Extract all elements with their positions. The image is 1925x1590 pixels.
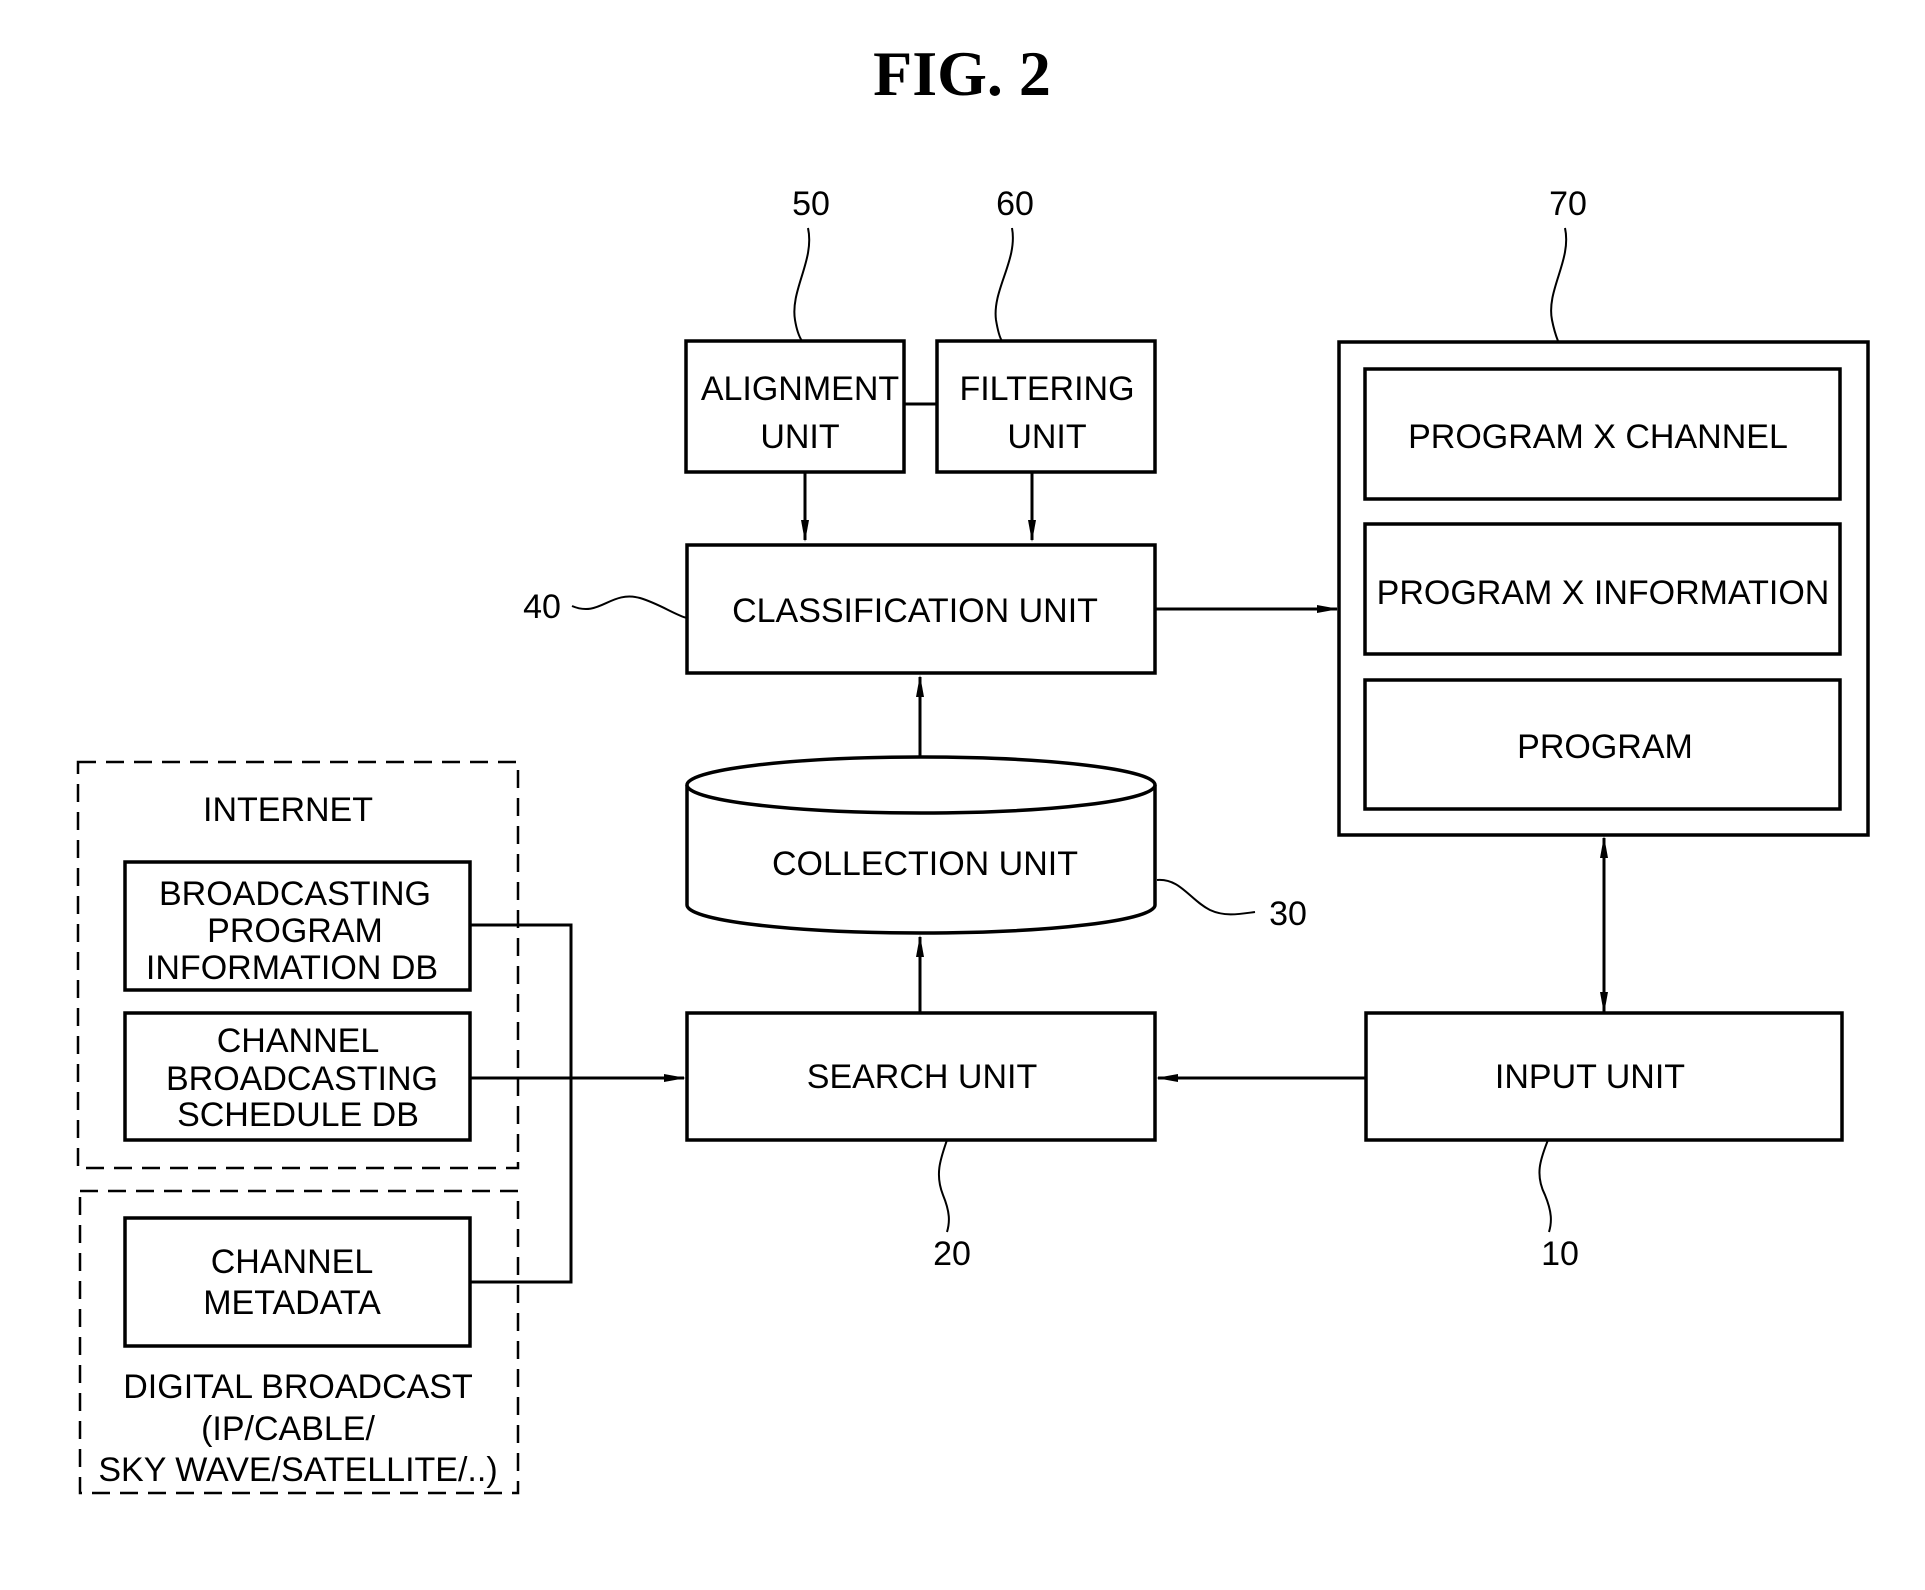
alignment-unit-label-1: ALIGNMENT: [701, 370, 899, 408]
figure-title: FIG. 2: [873, 38, 1051, 109]
leader-30: [1156, 878, 1256, 916]
display-item-label-2: PROGRAM X INFORMATION: [1377, 574, 1830, 612]
collection-unit-label: COLLECTION UNIT: [772, 845, 1078, 883]
digital-broadcast-label-2: (IP/CABLE/: [201, 1410, 375, 1448]
filtering-unit-label-2: UNIT: [1007, 418, 1086, 456]
ref-60: 60: [996, 185, 1034, 223]
cbs-db-label-3: SCHEDULE DB: [177, 1096, 419, 1134]
internet-label: INTERNET: [203, 791, 373, 829]
bpi-db-label-3: INFORMATION DB: [146, 949, 438, 987]
display-item-label-1: PROGRAM X CHANNEL: [1408, 418, 1788, 456]
search-unit-label: SEARCH UNIT: [807, 1058, 1037, 1096]
ref-10: 10: [1541, 1235, 1579, 1273]
source-bus-line: [470, 923, 573, 1284]
bpi-db-label-1: BROADCASTING: [159, 875, 431, 913]
leader-50: [793, 227, 811, 342]
leader-20: [937, 1139, 950, 1233]
channel-metadata-label-2: METADATA: [203, 1284, 381, 1322]
cbs-db-label-1: CHANNEL: [217, 1022, 379, 1060]
channel-metadata-box: [123, 1216, 472, 1348]
digital-broadcast-label-1: DIGITAL BROADCAST: [123, 1368, 473, 1406]
channel-metadata-label-1: CHANNEL: [211, 1243, 373, 1281]
ref-50: 50: [792, 185, 830, 223]
bpi-db-label-2: PROGRAM: [207, 912, 383, 950]
input-unit-label: INPUT UNIT: [1495, 1058, 1685, 1096]
digital-broadcast-label-3: SKY WAVE/SATELLITE/..): [98, 1451, 497, 1489]
leader-70: [1550, 227, 1568, 342]
filtering-unit-label-1: FILTERING: [959, 370, 1134, 408]
leader-40: [571, 595, 688, 619]
alignment-unit-label-2: UNIT: [760, 418, 839, 456]
block-diagram: FIG. 2 50 60 70 40 30 20 10 ALIGNMENT UN…: [76, 38, 1870, 1495]
leader-10: [1538, 1139, 1552, 1233]
ref-70: 70: [1549, 185, 1587, 223]
ref-30: 30: [1269, 895, 1307, 933]
classification-unit-label: CLASSIFICATION UNIT: [732, 592, 1098, 630]
ref-40: 40: [523, 588, 561, 626]
cbs-db-label-2: BROADCASTING: [166, 1060, 438, 1098]
leader-60: [994, 227, 1014, 342]
display-item-label-3: PROGRAM: [1517, 728, 1693, 766]
ref-20: 20: [933, 1235, 971, 1273]
